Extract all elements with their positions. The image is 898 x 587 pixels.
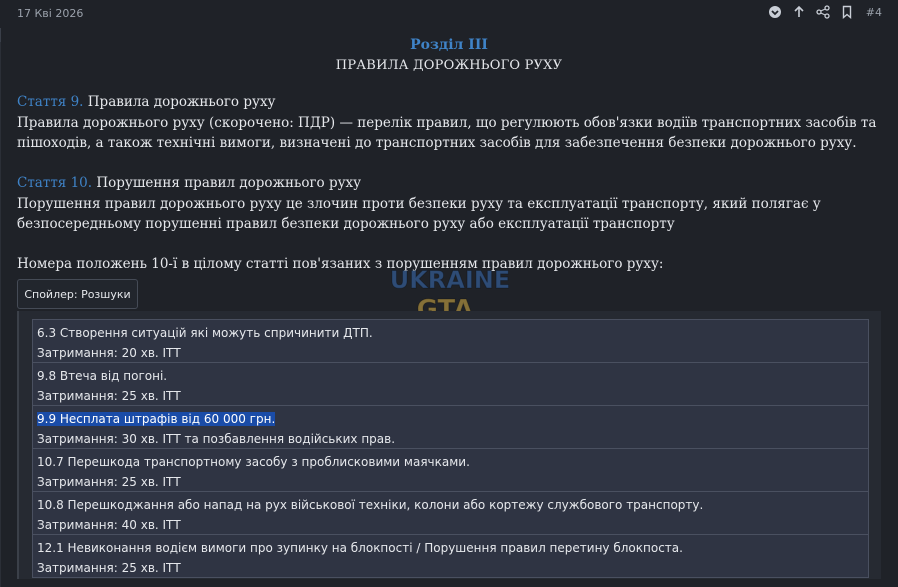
related-text: Номера положень 10-ї в цілому статті пов… — [17, 256, 664, 272]
offense-penalty: Затримання: 40 хв. ІТТ — [37, 518, 181, 532]
article-label: Стаття 10. — [17, 175, 93, 191]
post-header: 17 Кві 2026 #4 — [0, 0, 898, 28]
post-actions: #4 — [768, 5, 882, 19]
list-item: 10.7 Перешкода транспортному засобу з пр… — [33, 449, 868, 492]
offense-title: 10.7 Перешкода транспортному засобу з пр… — [37, 455, 470, 469]
list-item: 6.3 Створення ситуацій які можуть спричи… — [33, 320, 868, 363]
post-date: 17 Кві 2026 — [17, 7, 84, 20]
bookmark-icon[interactable] — [840, 5, 854, 19]
share-icon[interactable] — [816, 5, 830, 19]
article-title: Правила дорожнього руху — [87, 94, 276, 110]
section-title: Розділ III — [410, 37, 488, 53]
list-item: 10.8 Перешкоджання або напад на рух війс… — [33, 492, 868, 535]
article-10: Стаття 10. Порушення правил дорожнього р… — [17, 173, 877, 235]
article-9: Стаття 9. Правила дорожнього руху Правил… — [17, 92, 877, 154]
list-item-selected: 9.9 Несплата штрафів від 60 000 грн. Зат… — [33, 406, 868, 449]
offense-penalty: Затримання: 20 хв. ІТТ — [37, 346, 181, 360]
list-item: 12.1 Невиконання водієм вимоги про зупин… — [33, 535, 868, 577]
section-subtitle: ПРАВИЛА ДОРОЖНЬОГО РУХУ — [335, 58, 563, 73]
offense-penalty: Затримання: 25 хв. ІТТ — [37, 475, 181, 489]
reaction-icon[interactable] — [768, 5, 782, 19]
offense-title: 9.8 Втеча від погоні. — [37, 369, 168, 383]
list-item: 9.8 Втеча від погоні. Затримання: 25 хв.… — [33, 363, 868, 406]
article-text: Порушення правил дорожнього руху це злоч… — [17, 195, 821, 233]
offense-title-selected: 9.9 Несплата штрафів від 60 000 грн. — [37, 412, 276, 426]
post-border — [0, 28, 1, 587]
article-label: Стаття 9. — [17, 94, 84, 110]
arrow-up-icon[interactable] — [792, 5, 806, 19]
offense-penalty: Затримання: 25 хв. ІТТ — [37, 561, 181, 575]
post-number-link[interactable]: #4 — [866, 6, 882, 19]
section-header: Розділ III ПРАВИЛА ДОРОЖНЬОГО РУХУ — [0, 37, 898, 73]
offense-title: 10.8 Перешкоджання або напад на рух війс… — [37, 498, 704, 512]
offense-title: 12.1 Невиконання водієм вимоги про зупин… — [37, 541, 683, 555]
article-title: Порушення правил дорожнього руху — [96, 175, 362, 191]
offense-penalty: Затримання: 25 хв. ІТТ — [37, 389, 181, 403]
article-text: Правила дорожнього руху (скорочено: ПДР)… — [17, 114, 877, 152]
offense-list: 6.3 Створення ситуацій які можуть спричи… — [32, 319, 869, 578]
spoiler-button[interactable]: Спойлер: Розшуки — [17, 279, 138, 309]
offense-title: 6.3 Створення ситуацій які можуть спричи… — [37, 326, 373, 340]
offense-penalty: Затримання: 30 хв. ІТТ та позбавлення во… — [37, 432, 396, 446]
